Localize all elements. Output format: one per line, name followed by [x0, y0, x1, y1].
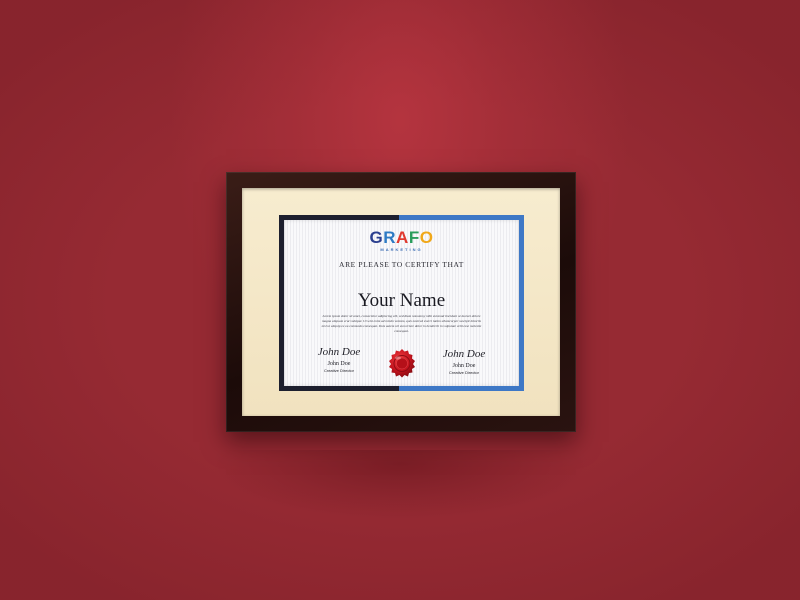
- signature-left: John Doe: [317, 346, 361, 358]
- recipient-name: Your Name: [357, 290, 446, 311]
- certificate-paper: GRAFO MARKETING ARE PLEASE TO CERTIFY TH…: [284, 220, 519, 386]
- signer-name-left: John Doe: [327, 361, 351, 367]
- signature-right: John Doe: [442, 348, 486, 360]
- signer-title-left: Creative Director: [323, 368, 354, 373]
- certificate-body-text: Lorem ipsum dolor sit amet, consectetur …: [321, 314, 482, 333]
- signer-title-right: Creative Director: [448, 370, 479, 375]
- certify-line: ARE PLEASE TO CERTIFY THAT: [339, 260, 464, 269]
- company-logo: GRAFO: [369, 228, 434, 247]
- certificate-border: GRAFO MARKETING ARE PLEASE TO CERTIFY TH…: [279, 215, 524, 391]
- signature-block-left: John Doe John Doe Creative Director: [304, 346, 374, 373]
- signature-block-right: John Doe John Doe Creative Director: [429, 348, 499, 375]
- company-logo-subtitle: MARKETING: [380, 247, 423, 252]
- frame-mat: GRAFO MARKETING ARE PLEASE TO CERTIFY TH…: [242, 188, 560, 416]
- signer-name-right: John Doe: [452, 363, 476, 369]
- wax-seal-icon: [389, 349, 415, 378]
- certificate-frame: GRAFO MARKETING ARE PLEASE TO CERTIFY TH…: [226, 172, 576, 432]
- frame-shadow: [210, 450, 590, 520]
